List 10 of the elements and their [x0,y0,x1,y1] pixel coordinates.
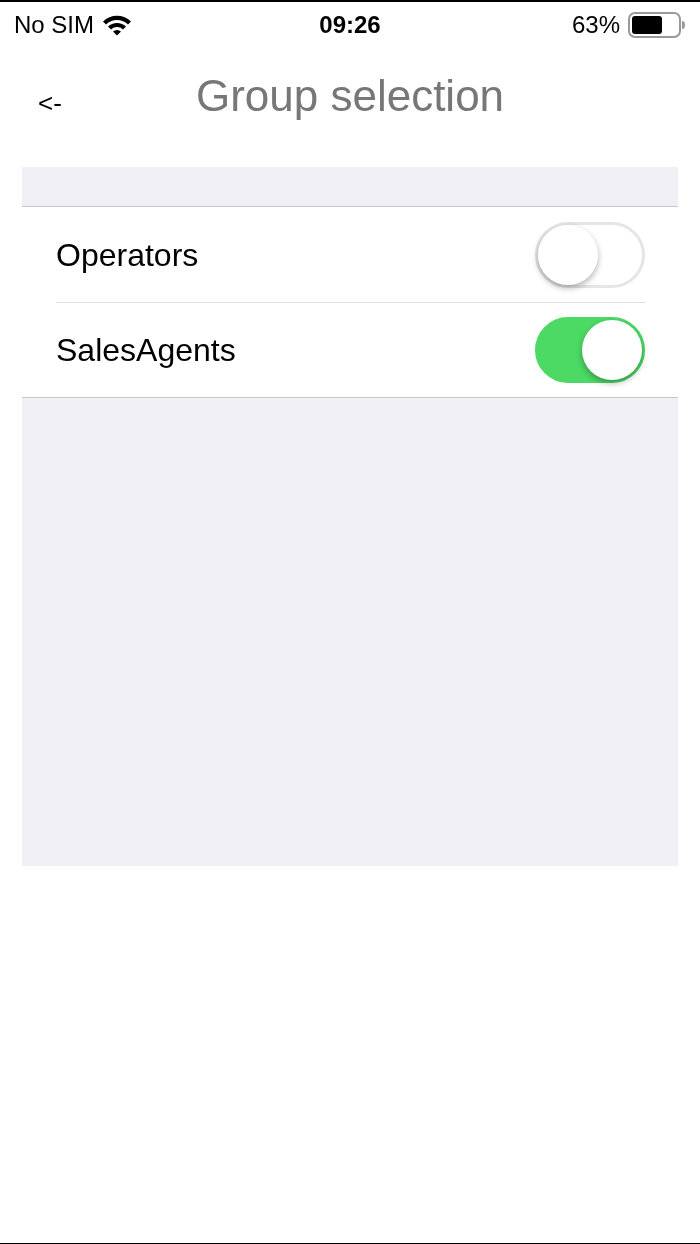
back-button[interactable]: <- [34,90,66,116]
page-title: Group selection [195,72,505,121]
clock-time: 09:26 [319,10,381,40]
group-name: SalesAgents [56,331,236,370]
carrier-label: No SIM [14,10,94,40]
group-name: Operators [56,235,199,275]
battery-percentage: 63% [571,10,620,40]
wifi-icon [102,14,132,36]
battery-icon [628,12,686,38]
toggle-switch[interactable] [535,317,645,383]
